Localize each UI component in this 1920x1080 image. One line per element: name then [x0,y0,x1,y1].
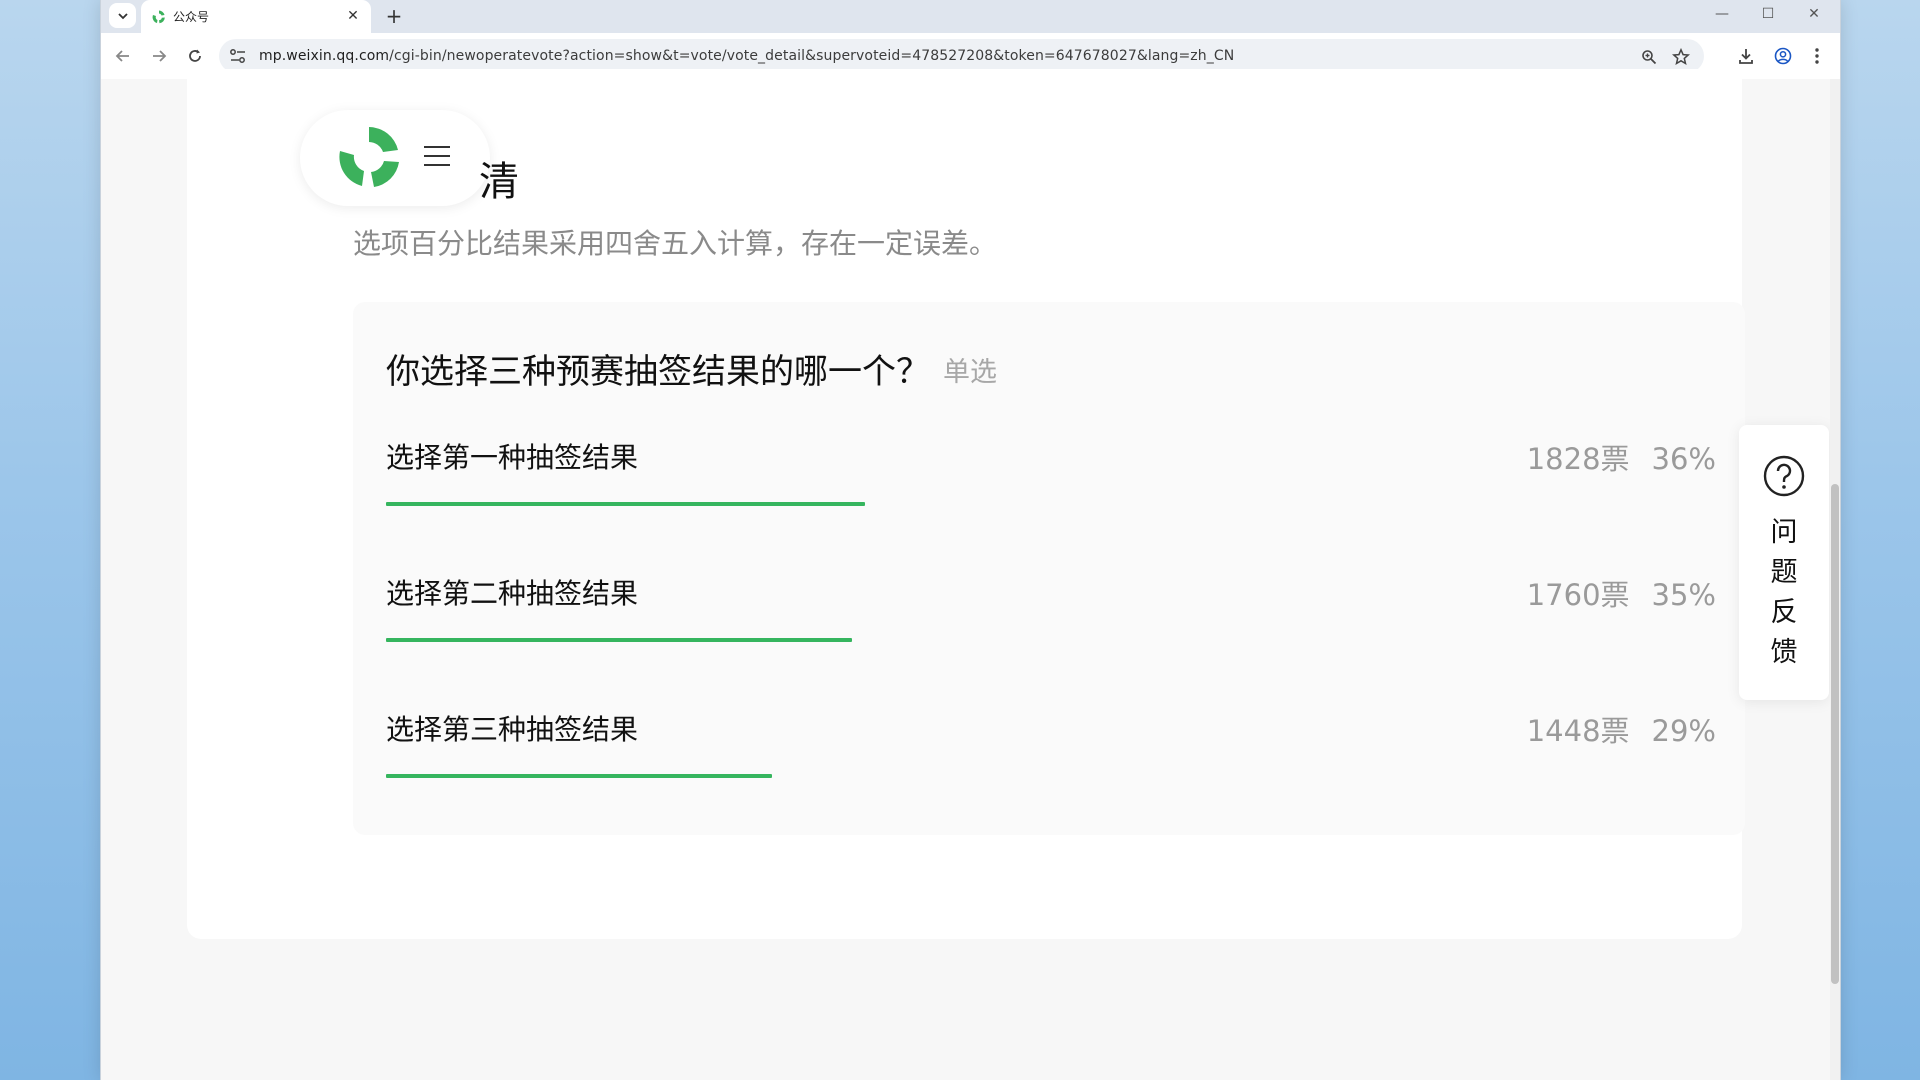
feedback-label: 问题反馈 [1770,517,1798,668]
option-progress-fill [386,502,865,506]
rounding-notice: 选项百分比结果采用四舍五入计算，存在一定误差。 [353,227,998,260]
question-type-label: 单选 [943,357,997,388]
page-scrollbar[interactable] [1830,79,1840,1080]
tab-search-button[interactable] [109,3,136,28]
option-stats: 1828票 36% [1527,436,1716,478]
chevron-down-icon [117,12,128,19]
option-stats: 1760票 35% [1527,572,1716,614]
vote-option: 选择第二种抽签结果 1760票 35% [386,572,1716,672]
new-tab-plus-icon[interactable]: + [382,4,406,28]
forward-arrow-icon[interactable] [147,44,171,68]
wechat-mp-favicon-icon [152,10,165,24]
address-bar[interactable]: mp.weixin.qq.com/cgi-bin/newoperatevote?… [219,39,1704,73]
question-title: 你选择三种预赛抽签结果的哪一个？ [386,352,930,392]
option-percent: 36% [1651,442,1716,476]
option-progress-fill [386,638,852,642]
window-close-icon[interactable]: ✕ [1791,0,1837,28]
floating-logo-menu[interactable] [300,110,490,206]
option-progress-fill [386,774,772,778]
wechat-mp-logo-icon [339,127,399,187]
zoom-icon[interactable] [1639,47,1659,67]
download-icon[interactable] [1735,45,1757,67]
option-votes: 1448票 [1526,714,1630,748]
page-title-fragment: 清 [479,159,519,205]
vote-option: 选择第三种抽签结果 1448票 29% [386,708,1716,808]
vote-option: 选择第一种抽签结果 1828票 36% [386,436,1716,536]
tab-close-icon[interactable]: ✕ [343,6,363,26]
tab-title: 公众号 [173,10,210,24]
option-label: 选择第二种抽签结果 [386,577,639,610]
vote-question-box: 你选择三种预赛抽签结果的哪一个？ 单选 选择第一种抽签结果 1828票 36% 选… [353,302,1745,835]
question-circle-icon [1763,455,1805,497]
option-percent: 29% [1651,714,1716,748]
more-menu-icon[interactable] [1806,45,1828,67]
option-progress-bar [386,502,1716,506]
option-percent: 35% [1651,578,1716,612]
site-settings-icon[interactable] [229,48,247,64]
browser-tab[interactable]: 公众号 ✕ [141,0,371,33]
browser-window: 公众号 ✕ + — ☐ ✕ mp.weixin.qq.com/cgi-bin/n… [101,0,1840,1080]
tab-strip: 公众号 ✕ + — ☐ ✕ [101,0,1840,33]
option-stats: 1448票 29% [1527,708,1716,750]
bookmark-star-icon[interactable] [1671,47,1691,67]
back-arrow-icon[interactable] [111,44,135,68]
reload-icon[interactable] [183,44,207,68]
page-viewport: 清 选项百分比结果采用四舍五入计算，存在一定误差。 你选择三种预赛抽签结果的哪一… [101,69,1840,1080]
url-path: /cgi-bin/newoperatevote?action=show&t=vo… [389,48,1235,64]
scrollbar-thumb[interactable] [1831,484,1839,984]
maximize-icon[interactable]: ☐ [1745,0,1791,28]
profile-avatar-icon[interactable] [1772,45,1794,67]
option-progress-bar [386,638,1716,642]
option-label: 选择第三种抽签结果 [386,713,639,746]
option-progress-bar [386,774,1716,778]
url-host: mp.weixin.qq.com [259,48,390,64]
vote-detail-card: 清 选项百分比结果采用四舍五入计算，存在一定误差。 你选择三种预赛抽签结果的哪一… [187,69,1745,939]
option-label: 选择第一种抽签结果 [386,441,639,474]
option-votes: 1760票 [1526,578,1630,612]
hamburger-menu-icon[interactable] [423,144,451,168]
minimize-icon[interactable]: — [1699,0,1745,28]
feedback-button[interactable]: 问题反馈 [1739,425,1829,700]
option-votes: 1828票 [1526,442,1630,476]
url-text[interactable]: mp.weixin.qq.com/cgi-bin/newoperatevote?… [259,48,1234,64]
